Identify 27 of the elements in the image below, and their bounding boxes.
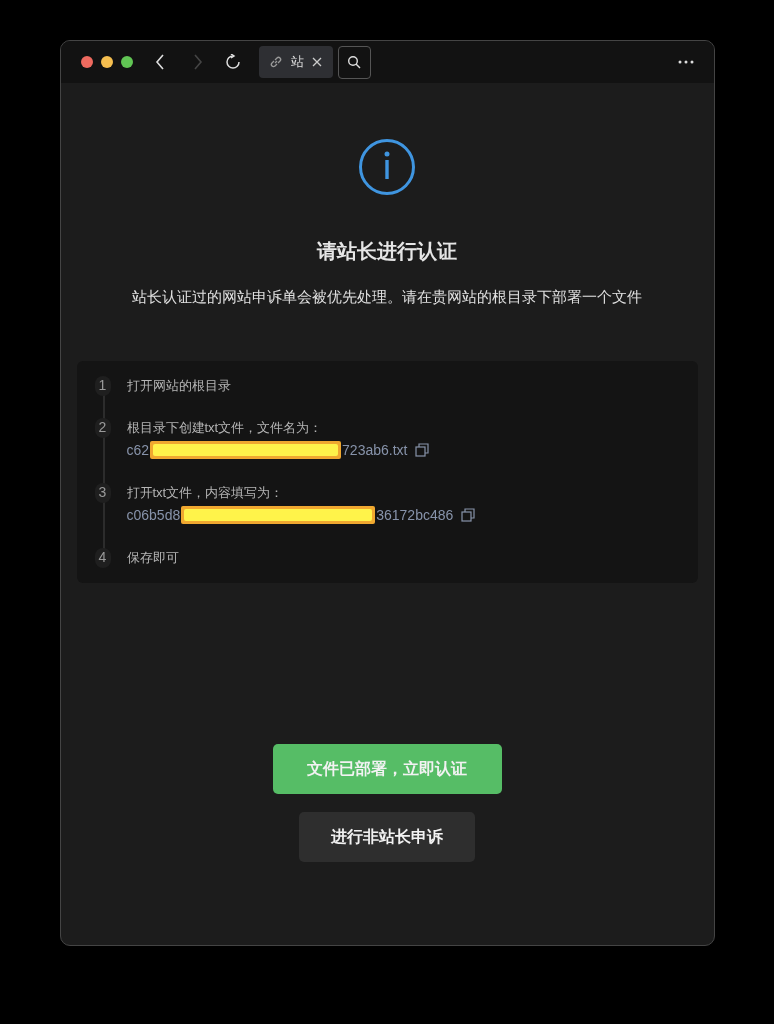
- copy-icon[interactable]: [415, 443, 430, 457]
- step-text: 打开txt文件，内容填写为：: [126, 483, 285, 502]
- code-text: 36172bc486: [376, 505, 454, 525]
- search-button[interactable]: [337, 45, 371, 79]
- step-number: 3: [94, 482, 111, 503]
- browser-tab[interactable]: 站: [258, 46, 333, 78]
- step-number: 4: [94, 547, 111, 568]
- appeal-button[interactable]: 进行非站长申诉: [299, 811, 475, 862]
- close-icon[interactable]: [311, 57, 322, 67]
- reload-icon[interactable]: [224, 54, 241, 70]
- info-icon: [358, 138, 416, 196]
- step-text: 保存即可: [126, 548, 179, 567]
- page-title: 请站长进行认证: [317, 239, 457, 264]
- subtitle: 站长认证过的网站申诉单会被优先处理。请在贵网站的根目录下部署一个文件: [132, 287, 642, 307]
- code-text: c62: [126, 440, 150, 460]
- code-text: 723ab6.txt: [342, 440, 408, 460]
- step-number: 2: [94, 417, 111, 438]
- step-number: 1: [94, 375, 111, 396]
- step-text: 根目录下创建txt文件，文件名为：: [126, 418, 324, 437]
- link-icon: [268, 55, 283, 69]
- copy-icon[interactable]: [461, 508, 476, 522]
- back-icon[interactable]: [154, 54, 165, 70]
- step-text: 打开网站的根目录: [126, 376, 231, 395]
- tab-label: 站: [290, 53, 304, 72]
- more-icon[interactable]: [677, 60, 694, 64]
- code-text: c06b5d8: [126, 505, 181, 525]
- search-icon: [347, 55, 361, 69]
